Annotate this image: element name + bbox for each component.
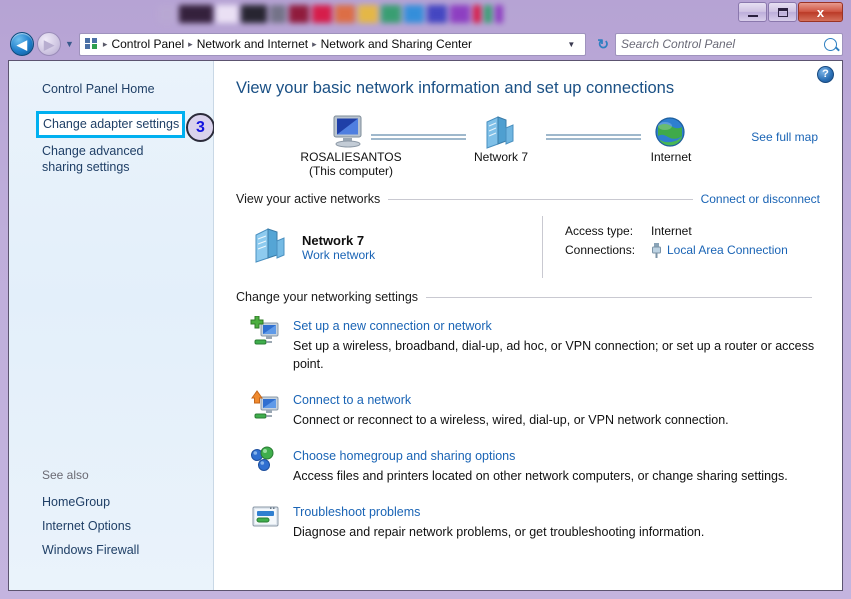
computer-icon bbox=[286, 108, 416, 150]
sidebar-item-change-advanced-sharing-settings[interactable]: Change advanced sharing settings bbox=[9, 138, 179, 178]
see-also-item-homegroup[interactable]: HomeGroup bbox=[9, 490, 213, 514]
see-also-item-windows-firewall[interactable]: Windows Firewall bbox=[9, 538, 213, 562]
list-item[interactable]: Troubleshoot problems Diagnose and repai… bbox=[236, 502, 820, 541]
connections-row: Connections: Local Area Connection bbox=[565, 241, 788, 260]
link-connect-to-a-network[interactable]: Connect to a network bbox=[293, 393, 411, 407]
network-map: ROSALIESANTOS (This computer) Network 7 … bbox=[236, 108, 820, 180]
help-icon[interactable]: ? bbox=[817, 66, 834, 83]
maximize-button[interactable] bbox=[768, 2, 797, 22]
forward-arrow-icon: ▶ bbox=[44, 36, 54, 52]
network-node-network[interactable]: Network 7 bbox=[436, 108, 566, 164]
active-network-details: Access type: Internet Connections: Local… bbox=[543, 216, 788, 278]
access-type-label: Access type: bbox=[565, 224, 634, 238]
highlight-box-change-adapter-settings: Change adapter settings bbox=[36, 111, 186, 138]
section-title: View your active networks bbox=[236, 192, 381, 206]
list-item-description: Diagnose and repair network problems, or… bbox=[293, 525, 705, 539]
list-item-description: Access files and printers located on oth… bbox=[293, 469, 788, 483]
active-network-name: Network 7 bbox=[302, 232, 365, 248]
network-node-label-line1: Internet bbox=[650, 150, 692, 164]
new-connection-icon bbox=[250, 315, 282, 348]
list-item-description: Connect or reconnect to a wireless, wire… bbox=[293, 413, 729, 427]
network-server-icon bbox=[436, 108, 566, 150]
search-input[interactable] bbox=[621, 37, 824, 51]
connect-or-disconnect-link[interactable]: Connect or disconnect bbox=[701, 192, 820, 206]
see-also-item-internet-options[interactable]: Internet Options bbox=[9, 514, 213, 538]
breadcrumb-item-network-and-sharing-center[interactable]: Network and Sharing Center bbox=[318, 36, 475, 52]
list-item[interactable]: Connect to a network Connect or reconnec… bbox=[236, 390, 820, 429]
redacted-title-strip bbox=[158, 2, 558, 26]
breadcrumb[interactable]: ▸ Control Panel ▸ Network and Internet ▸… bbox=[78, 32, 587, 56]
link-set-up-new-connection[interactable]: Set up a new connection or network bbox=[293, 319, 492, 333]
network-node-computer[interactable]: ROSALIESANTOS (This computer) bbox=[286, 108, 416, 178]
section-header-networking-settings: Change your networking settings bbox=[236, 290, 820, 304]
list-item[interactable]: Set up a new connection or network Set u… bbox=[236, 315, 820, 373]
active-network-row: Network 7 Work network Access type: Inte… bbox=[236, 216, 820, 278]
step-badge-3: 3 bbox=[186, 113, 215, 142]
back-arrow-icon: ◀ bbox=[17, 36, 27, 52]
list-item-description: Set up a wireless, broadband, dial-up, a… bbox=[293, 339, 815, 371]
close-button[interactable]: x bbox=[798, 2, 843, 22]
sidebar-item-control-panel-home[interactable]: Control Panel Home bbox=[9, 78, 213, 111]
forward-button[interactable]: ▶ bbox=[37, 32, 61, 56]
search-icon[interactable] bbox=[824, 37, 837, 51]
globe-icon bbox=[606, 108, 736, 150]
explorer-window: x ◀ ▶ ▼ ▸ Control Panel ▸ Network and In… bbox=[0, 0, 851, 599]
section-divider bbox=[426, 296, 812, 298]
minimize-icon bbox=[747, 14, 758, 17]
network-node-label-line1: ROSALIESANTOS bbox=[300, 150, 402, 164]
network-node-label-line2: (This computer) bbox=[308, 164, 394, 178]
section-header-active-networks: View your active networks Connect or dis… bbox=[236, 192, 820, 206]
title-bar: x bbox=[8, 0, 843, 28]
sidebar-item-change-adapter-settings[interactable]: Change adapter settings bbox=[43, 117, 179, 131]
refresh-icon[interactable]: ↻ bbox=[591, 36, 615, 53]
breadcrumb-chevron-down-icon[interactable]: ▼ bbox=[563, 40, 581, 49]
window-controls: x bbox=[738, 2, 843, 22]
client-area: Control Panel Home Change adapter settin… bbox=[8, 60, 843, 591]
close-icon: x bbox=[816, 4, 825, 20]
back-button[interactable]: ◀ bbox=[10, 32, 34, 56]
access-type-value: Internet bbox=[651, 224, 692, 238]
active-network-type-link[interactable]: Work network bbox=[302, 248, 375, 262]
control-panel-icon bbox=[84, 36, 100, 52]
network-server-icon bbox=[250, 226, 290, 269]
search-box[interactable] bbox=[615, 32, 843, 56]
local-area-connection-link[interactable]: Local Area Connection bbox=[667, 241, 788, 260]
network-node-label-line1: Network 7 bbox=[473, 150, 529, 164]
maximize-icon bbox=[777, 7, 788, 17]
access-type-row: Access type: Internet bbox=[565, 222, 788, 241]
list-item[interactable]: Choose homegroup and sharing options Acc… bbox=[236, 446, 820, 485]
link-choose-homegroup-and-sharing-options[interactable]: Choose homegroup and sharing options bbox=[293, 449, 515, 463]
address-bar: ◀ ▶ ▼ ▸ Control Panel ▸ Network and Inte… bbox=[8, 28, 843, 60]
sidebar-item-change-adapter-settings-wrapper: Change adapter settings 3 bbox=[36, 111, 215, 142]
recent-pages-chevron-down-icon[interactable]: ▼ bbox=[65, 39, 74, 49]
see-also-section: See also HomeGroup Internet Options Wind… bbox=[9, 468, 213, 562]
connect-network-icon bbox=[250, 390, 282, 422]
section-divider bbox=[388, 198, 693, 200]
breadcrumb-item-control-panel[interactable]: Control Panel bbox=[108, 36, 187, 52]
see-full-map-link[interactable]: See full map bbox=[751, 130, 818, 144]
troubleshoot-icon bbox=[250, 502, 282, 534]
network-node-internet[interactable]: Internet bbox=[606, 108, 736, 164]
homegroup-icon bbox=[250, 446, 282, 478]
see-also-heading: See also bbox=[42, 468, 89, 482]
connections-label: Connections: bbox=[565, 243, 636, 257]
minimize-button[interactable] bbox=[738, 2, 767, 22]
settings-list: Set up a new connection or network Set u… bbox=[236, 315, 820, 541]
breadcrumb-item-network-and-internet[interactable]: Network and Internet bbox=[194, 36, 311, 52]
main-content: ? View your basic network information an… bbox=[214, 61, 842, 590]
sidebar: Control Panel Home Change adapter settin… bbox=[9, 61, 215, 590]
page-title: View your basic network information and … bbox=[236, 79, 675, 97]
link-troubleshoot-problems[interactable]: Troubleshoot problems bbox=[293, 505, 420, 519]
active-network-identity[interactable]: Network 7 Work network bbox=[236, 216, 536, 278]
ethernet-plug-icon bbox=[651, 243, 662, 258]
section-title: Change your networking settings bbox=[236, 290, 419, 304]
